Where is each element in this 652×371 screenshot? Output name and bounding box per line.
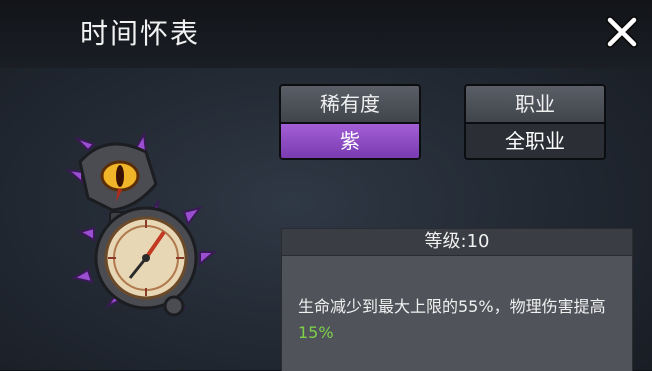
job-box: 职业 全职业 bbox=[464, 84, 606, 160]
item-title: 时间怀表 bbox=[80, 17, 201, 50]
item-info-panel: 等级:10 生命减少到最大上限的55%，物理伤害提高 15% bbox=[281, 228, 633, 371]
description-highlight: 15% bbox=[298, 323, 334, 342]
rarity-box: 稀有度 紫 bbox=[279, 84, 421, 160]
item-detail-panel: 时间怀表 稀有度 紫 职业 全职业 等级:10 生命减少到最大上限的55%，物理… bbox=[0, 0, 652, 371]
level-label: 等级:10 bbox=[282, 229, 632, 256]
rarity-value: 紫 bbox=[281, 124, 419, 158]
pocket-watch-eye-icon bbox=[66, 130, 216, 317]
title-bar: 时间怀表 bbox=[0, 0, 652, 68]
item-description: 生命减少到最大上限的55%，物理伤害提高 15% bbox=[282, 256, 632, 346]
job-label: 职业 bbox=[466, 86, 604, 124]
description-text: 生命减少到最大上限的55%，物理伤害提高 bbox=[298, 297, 606, 316]
rarity-label: 稀有度 bbox=[281, 86, 419, 124]
job-value: 全职业 bbox=[466, 124, 604, 158]
close-icon[interactable] bbox=[604, 14, 640, 50]
